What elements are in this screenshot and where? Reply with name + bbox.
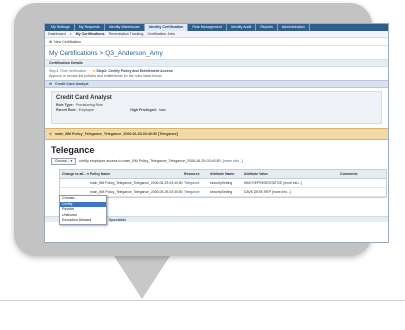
bulk-action-row: Choose... ▾ certify employee access to m… xyxy=(45,156,388,166)
attribute-name-cell: securitySetting xyxy=(210,190,233,194)
bottom-divider xyxy=(0,300,405,301)
table-row: main_BM Policy_Telegance_Telegance_2006-… xyxy=(60,179,386,188)
screenshot-callout: My Settings My Requests Identity Warehou… xyxy=(14,3,389,256)
action-dropdown-menu: Choose... Certify Revoke Unknown Excepti… xyxy=(59,195,107,225)
policy-cell: main_BM Policy_Telegance_Telegance_2006-… xyxy=(90,181,183,185)
resource-link[interactable]: Telegance xyxy=(184,190,210,194)
group-header-label: Credit Card Analyst xyxy=(55,82,89,86)
parent-role-row: Parent Role: Employee High Privileged: fal… xyxy=(56,108,167,112)
breadcrumb-certification-jobs[interactable]: Certification Jobs xyxy=(147,32,175,36)
attribute-name-cell: securitySetting xyxy=(210,181,233,185)
page-title: My Certifications > Q3_Anderson_Amy xyxy=(49,50,163,57)
role-name: Credit Card Analyst xyxy=(56,95,112,101)
attribute-value-cell: NBO REPRESENTATIVE [more info...] xyxy=(244,181,303,185)
more-info-link[interactable]: [more info...] xyxy=(223,159,243,163)
step-arrow-icon: ➜ xyxy=(92,69,96,73)
header-policy-name: Policy Name xyxy=(90,172,111,176)
top-navigation: My Settings My Requests Identity Warehou… xyxy=(45,24,388,31)
breadcrumb-dashboard[interactable]: Dashboard xyxy=(48,32,66,36)
collapse-icon: ⊖ xyxy=(49,132,53,136)
wizard-steps: Step1: Role Verification ➜ Step2: Certif… xyxy=(45,67,388,74)
step-1-label[interactable]: Step1: Role Verification xyxy=(49,69,86,73)
nav-identity-certification[interactable]: Identity Certification xyxy=(144,24,189,31)
header-resource: Resource xyxy=(184,172,200,176)
app-screen: My Settings My Requests Identity Warehou… xyxy=(44,23,389,243)
nav-my-requests[interactable]: My Requests xyxy=(75,24,105,31)
new-certification-label: New Certification xyxy=(54,39,82,44)
policy-header-label: main_BM Policy_Telegance_Telegance_2006-… xyxy=(55,132,178,136)
collapse-icon: ⊖ xyxy=(49,82,53,86)
nav-my-settings[interactable]: My Settings xyxy=(47,24,75,31)
entitlement-table: Change to all... ▾ Policy Name Resource … xyxy=(59,169,387,198)
group-header[interactable]: ⊖ Credit Card Analyst xyxy=(45,80,388,88)
nav-identity-warehouse[interactable]: Identity Warehouse xyxy=(105,24,145,31)
header-comments: Comments xyxy=(340,172,358,176)
page-subtitle: Certification Details xyxy=(45,59,388,67)
breadcrumb-separator: » xyxy=(69,32,72,36)
nav-identity-audit[interactable]: Identity Audit xyxy=(227,24,257,31)
attribute-value-cell: DAVE DESK REP [more info...] xyxy=(244,190,291,194)
header-attribute-value: Attribute Value xyxy=(244,172,268,176)
dropdown-option-exception-allowed[interactable]: Exception Allowed xyxy=(60,218,106,224)
nav-administration[interactable]: Administration xyxy=(278,24,310,31)
nav-role-management[interactable]: Role Management xyxy=(188,24,227,31)
resource-link[interactable]: Telegance xyxy=(184,181,210,185)
bulk-action-select[interactable]: Choose... ▾ xyxy=(51,157,77,165)
plus-icon: ⊕ xyxy=(49,39,53,44)
nav-reports[interactable]: Reports xyxy=(256,24,278,31)
policy-cell: main_BM Policy_Telegance_Telegance_2006-… xyxy=(90,190,183,194)
certify-text: certify employee access to main_BM Polic… xyxy=(79,159,221,163)
header-attribute-name: Attribute Name xyxy=(210,172,235,176)
breadcrumb-my-certifications[interactable]: My Certifications xyxy=(76,32,105,36)
breadcrumb-remediation-tracking[interactable]: Remediation Tracking xyxy=(109,32,144,36)
step-2-label: ➜ Step2: Certify Policy and Entitlement … xyxy=(92,69,173,73)
header-change-all[interactable]: Change to all... ▾ xyxy=(60,172,90,176)
breadcrumb: Dashboard » My Certifications Remediatio… xyxy=(45,31,388,38)
callout-pointer xyxy=(114,256,170,299)
table-row: main_BM Policy_Telegance_Telegance_2006-… xyxy=(60,188,386,197)
role-details-box: Credit Card Analyst Role Type: Provisioni… xyxy=(51,91,382,124)
new-certification-link[interactable]: ⊕ New Certification xyxy=(45,38,388,46)
resource-title: Telegance xyxy=(51,145,95,155)
table-header: Change to all... ▾ Policy Name Resource … xyxy=(60,170,386,179)
policy-header[interactable]: ⊖ main_BM Policy_Telegance_Telegance_200… xyxy=(45,128,388,140)
